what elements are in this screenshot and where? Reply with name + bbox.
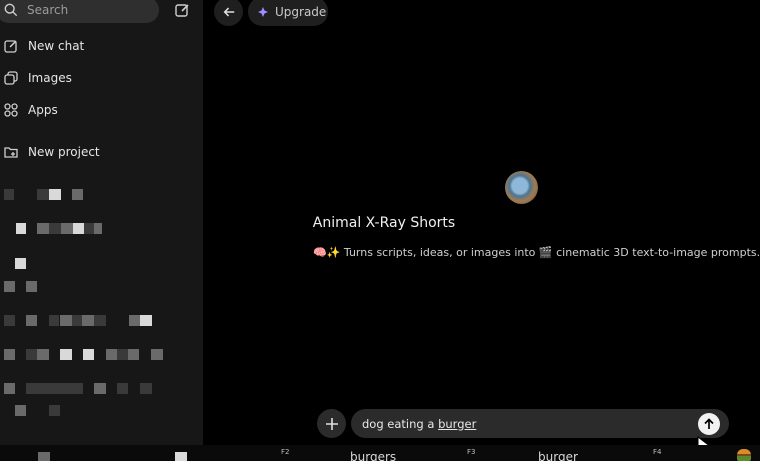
blurred-chat-item[interactable] [0,189,200,203]
blurred-chat-item[interactable] [0,258,200,272]
search-icon [4,3,18,17]
burger-emoji-icon[interactable] [737,449,751,461]
images-icon [4,71,18,85]
sidebar-item-label: Apps [28,103,58,117]
blurred-chat-item[interactable] [0,281,200,295]
sidebar-item-label: New project [28,145,100,159]
sparkle-icon [258,6,268,17]
search-input[interactable]: Search [0,0,159,23]
gpt-avatar [505,171,538,204]
fkey-label: F4 [653,448,662,456]
message-text: dog eating a [362,416,439,431]
blurred-chat-item[interactable] [0,349,200,363]
blurred-chat-item[interactable] [0,383,200,397]
arrow-left-icon [223,7,234,16]
compose-icon[interactable] [174,2,190,18]
blurred-key [38,452,50,461]
arrow-up-icon [704,418,714,429]
plus-icon [325,417,338,430]
add-attachment-button[interactable] [317,409,346,438]
suggestion-burger[interactable]: burger [538,450,578,461]
sidebar-item-images[interactable]: Images [0,68,72,88]
back-button[interactable] [214,0,243,26]
message-input[interactable]: dog eating a burger [351,409,729,438]
upgrade-button[interactable]: Upgrade [248,0,328,26]
blurred-key [175,452,187,461]
send-button[interactable] [698,413,720,435]
search-placeholder: Search [27,3,69,17]
edit-icon [4,40,17,53]
sidebar-item-new-chat[interactable]: New chat [0,36,84,56]
sidebar-item-label: New chat [28,39,85,53]
upgrade-label: Upgrade [275,4,327,19]
suggestion-burgers[interactable]: burgers [350,450,396,461]
fkey-label: F3 [467,448,476,456]
misspelled-word[interactable]: burger [438,417,476,431]
blurred-chat-item[interactable] [0,315,200,329]
sidebar-item-apps[interactable]: Apps [0,100,58,120]
sidebar-item-label: Images [28,71,72,85]
fkey-label: F2 [281,448,290,456]
blurred-chat-item[interactable] [0,405,200,419]
gpt-description: 🧠✨ Turns scripts, ideas, or images into … [313,246,760,259]
gpt-title: Animal X-Ray Shorts [312,215,456,231]
sidebar-item-new-project[interactable]: New project [0,142,100,162]
apps-grid-icon [4,103,18,117]
folder-plus-icon [4,147,18,158]
